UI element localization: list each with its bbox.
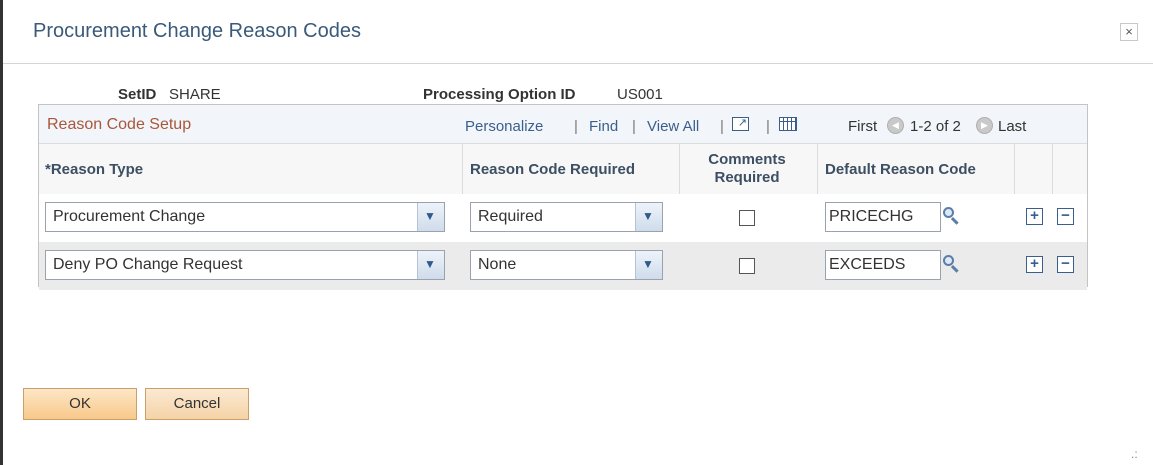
nav-separator: | — [720, 118, 724, 135]
page-title: Procurement Change Reason Codes — [33, 20, 361, 42]
chevron-down-icon[interactable]: ▼ — [417, 203, 444, 231]
chevron-down-icon[interactable]: ▼ — [635, 251, 662, 279]
nav-separator: | — [574, 118, 578, 135]
comments-required-checkbox[interactable] — [739, 258, 755, 274]
default-code-value: EXCEEDS — [829, 256, 906, 273]
code-required-select[interactable]: None ▼ — [470, 250, 663, 280]
column-header-row: *Reason Type Reason Code Required Commen… — [39, 143, 1087, 195]
comments-required-checkbox[interactable] — [739, 210, 755, 226]
row-range: 1-2 of 2 — [910, 118, 961, 135]
reason-type-value: Procurement Change — [53, 208, 206, 225]
code-required-value: Required — [478, 208, 543, 225]
delete-row-button[interactable]: − — [1057, 256, 1074, 273]
cancel-button[interactable]: Cancel — [145, 388, 249, 420]
chevron-down-icon[interactable]: ▼ — [635, 203, 662, 231]
nav-separator: | — [632, 118, 636, 135]
ok-button[interactable]: OK — [23, 388, 137, 420]
reason-type-select[interactable]: Deny PO Change Request ▼ — [45, 250, 445, 280]
processing-option-value: US001 — [617, 86, 663, 103]
default-code-input[interactable]: PRICECHG — [825, 202, 941, 232]
default-code-input[interactable]: EXCEEDS — [825, 250, 941, 280]
find-link[interactable]: Find — [589, 118, 618, 135]
resize-grip-icon[interactable]: .: — [1131, 447, 1138, 461]
add-row-button[interactable]: + — [1026, 208, 1043, 225]
next-arrow-icon: ▶ — [976, 117, 993, 134]
personalize-link[interactable]: Personalize — [465, 118, 543, 135]
code-required-value: None — [478, 256, 517, 273]
window-left-border — [0, 0, 3, 465]
reason-type-select[interactable]: Procurement Change ▼ — [45, 202, 445, 232]
new-window-icon[interactable]: ↗ — [732, 117, 749, 131]
grid-title: Reason Code Setup — [47, 116, 192, 133]
delete-row-button[interactable]: − — [1057, 208, 1074, 225]
first-label: First — [848, 118, 878, 135]
close-button[interactable]: × — [1120, 23, 1138, 41]
last-label: Last — [998, 118, 1027, 135]
column-header-default-code: Default Reason Code — [825, 160, 976, 178]
table-row: Procurement Change ▼ Required ▼ PRICECHG… — [39, 194, 1087, 242]
column-header-reason-type: *Reason Type — [45, 160, 144, 178]
magnifier-icon[interactable] — [943, 207, 961, 225]
view-all-link[interactable]: View All — [647, 118, 699, 135]
add-row-button[interactable]: + — [1026, 256, 1043, 273]
spreadsheet-icon[interactable] — [779, 117, 797, 131]
modal-titlebar: Procurement Change Reason Codes × — [3, 0, 1153, 64]
setid-label: SetID — [118, 86, 157, 103]
table-row: Deny PO Change Request ▼ None ▼ EXCEEDS … — [39, 242, 1087, 290]
reason-type-value: Deny PO Change Request — [53, 256, 243, 273]
chevron-down-icon[interactable]: ▼ — [417, 251, 444, 279]
nav-separator: | — [766, 118, 770, 135]
column-header-comments-required: Comments Required — [708, 151, 786, 186]
default-code-value: PRICECHG — [829, 208, 914, 225]
previous-arrow-icon: ◀ — [887, 117, 904, 134]
magnifier-icon[interactable] — [943, 255, 961, 273]
setid-value: SHARE — [169, 86, 221, 103]
processing-option-label: Processing Option ID — [423, 86, 576, 103]
column-header-code-required: Reason Code Required — [470, 160, 636, 178]
code-required-select[interactable]: Required ▼ — [470, 202, 663, 232]
reason-code-grid: Reason Code Setup Personalize | Find | V… — [38, 104, 1088, 290]
grid-navigation-bar: Reason Code Setup Personalize | Find | V… — [39, 105, 1087, 143]
